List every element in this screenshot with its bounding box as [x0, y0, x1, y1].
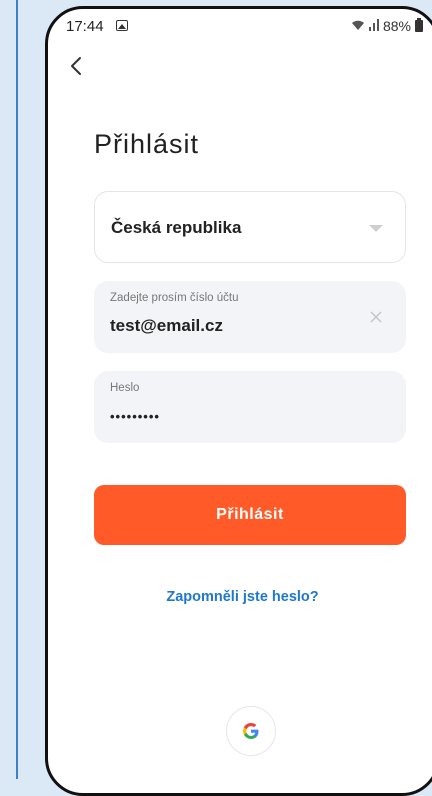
battery-percent: 88%	[382, 18, 411, 34]
page-border-line	[16, 0, 18, 779]
google-login-button[interactable]	[226, 706, 276, 756]
password-field-label: Heslo	[110, 382, 140, 394]
wifi-icon	[351, 19, 365, 34]
phone-screen: 17:44 88% Přihlásit Česká republika Zade…	[45, 6, 432, 796]
battery-icon	[415, 18, 423, 32]
account-field-label: Zadejte prosím číslo účtu	[110, 292, 239, 304]
google-icon	[243, 723, 259, 739]
account-field-value[interactable]: test@email.cz	[110, 316, 223, 336]
forgot-password-link[interactable]: Zapomněli jste heslo?	[48, 589, 432, 605]
back-button[interactable]	[64, 53, 90, 79]
status-time: 17:44	[66, 18, 104, 35]
signal-icon	[368, 18, 379, 34]
status-icons: 88%	[351, 18, 423, 34]
password-field-value[interactable]: •••••••••	[110, 409, 160, 424]
chevron-left-icon	[71, 57, 81, 75]
status-bar: 17:44 88%	[48, 9, 432, 39]
gallery-icon	[116, 20, 128, 31]
password-field[interactable]: Heslo •••••••••	[94, 371, 406, 443]
country-value: Česká republika	[111, 218, 242, 237]
page-title: Přihlásit	[94, 129, 200, 159]
caret-down-icon	[369, 225, 383, 232]
account-field[interactable]: Zadejte prosím číslo účtu test@email.cz	[94, 281, 406, 353]
close-icon[interactable]	[368, 309, 384, 325]
login-button[interactable]: Přihlásit	[94, 485, 406, 545]
country-select[interactable]: Česká republika	[94, 191, 406, 263]
